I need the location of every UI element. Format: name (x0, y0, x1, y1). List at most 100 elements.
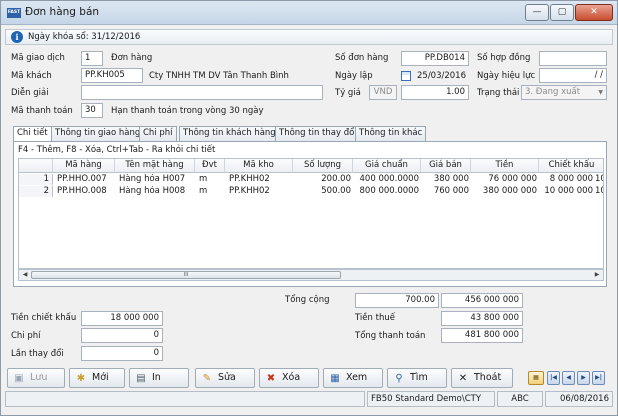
close-button[interactable]: ✕ (575, 4, 613, 21)
description-input[interactable] (81, 85, 323, 100)
previous-record-button[interactable]: ◀ (562, 371, 575, 385)
payment-term-desc: Hạn thanh toán trong vòng 30 ngày (111, 106, 264, 116)
total-quantity-value: 700.00 (355, 293, 439, 308)
table-cell[interactable]: 800 000.0000 (353, 186, 421, 197)
transaction-code-label: Mã giao dịch (11, 53, 65, 63)
row-number: 2 (19, 186, 53, 197)
status-bar: FB50 Standard Demo\CTY ABC 06/08/2016 (5, 391, 613, 408)
status-date: 06/08/2016 (545, 391, 613, 407)
save-button[interactable]: ▣ Lưu (7, 368, 65, 388)
description-label: Diễn giải (11, 88, 49, 98)
exchange-rate-input[interactable]: 1.00 (401, 85, 469, 100)
column-header-item-name[interactable]: Tên mặt hàng (115, 159, 195, 173)
new-button[interactable]: ✱ Mới (69, 368, 125, 388)
table-cell[interactable]: 10 000 000 (539, 186, 595, 197)
table-cell[interactable]: 380 000 (421, 174, 471, 185)
effective-date-label: Ngày hiệu lực (477, 71, 536, 81)
effective-date-input[interactable]: / / (539, 68, 607, 83)
table-cell[interactable]: 8 000 000 (539, 174, 595, 185)
table-cell[interactable]: 500.00 (293, 186, 353, 197)
tab-expenses[interactable]: Chi phí (139, 126, 177, 141)
column-header-warehouse[interactable]: Mã kho (225, 159, 293, 173)
table-cell[interactable]: 76 000 000 (471, 174, 539, 185)
exit-label: Thoát (474, 372, 502, 383)
table-cell[interactable]: Hàng hóa H008 (117, 186, 195, 197)
edit-label: Sửa (218, 372, 236, 383)
save-label: Lưu (30, 372, 48, 383)
table-cell[interactable]: PP.HHO.008 (55, 186, 115, 197)
scroll-right-icon[interactable]: ▶ (592, 271, 602, 279)
maximize-button[interactable]: ▢ (550, 4, 574, 21)
calendar-nav-icon[interactable]: ▦ (528, 371, 544, 385)
minimize-button[interactable]: — (525, 4, 549, 21)
discount-amount-label: Tiền chiết khấu (11, 313, 77, 323)
table-cell[interactable]: 380 000 000 (471, 186, 539, 197)
app-logo-icon: FAST (7, 8, 21, 18)
column-header-discount[interactable]: Chiết khấu (539, 159, 603, 173)
tab-customer-info[interactable]: Thông tin khách hàng (179, 126, 280, 141)
column-header-unit[interactable]: Đvt (195, 159, 225, 173)
payment-code-input[interactable]: 30 (81, 103, 103, 118)
view-button[interactable]: ▦ Xem (323, 368, 383, 388)
order-number-input[interactable]: PP.DB014 (401, 51, 469, 66)
grid-view-icon: ▦ (330, 373, 340, 384)
table-cell[interactable]: PP.KHH02 (227, 186, 293, 197)
lock-date-bar: i Ngày khóa sổ: 31/12/2016 (5, 29, 613, 45)
new-document-icon: ✱ (76, 373, 86, 384)
scroll-thumb[interactable]: III (31, 271, 341, 279)
customer-name: Cty TNHH TM DV Tân Thanh Bình (149, 71, 289, 81)
window-title: Đơn hàng bán (25, 6, 100, 18)
action-toolbar: ▣ Lưu ✱ Mới ▤ In ✎ Sửa ✖ Xóa ▦ Xem ⚲ Tìm… (5, 368, 613, 388)
first-record-button[interactable]: |◀ (547, 371, 560, 385)
total-amount-value: 456 000 000 (441, 293, 523, 308)
column-header-sale-price[interactable]: Giá bán (421, 159, 471, 173)
lock-date-text: Ngày khóa sổ: 31/12/2016 (28, 32, 141, 42)
search-button[interactable]: ⚲ Tìm (387, 368, 447, 388)
column-header-quantity[interactable]: Số lượng (293, 159, 353, 173)
transaction-code-input[interactable]: 1 (81, 51, 103, 66)
contract-number-input[interactable] (539, 51, 607, 66)
customer-code-label: Mã khách (11, 71, 52, 81)
chevron-down-icon: ▼ (598, 89, 603, 96)
order-window: FAST Đơn hàng bán — ▢ ✕ i Ngày khóa sổ: … (0, 0, 618, 416)
print-button[interactable]: ▤ In (129, 368, 189, 388)
exchange-rate-label: Tỷ giá (335, 88, 361, 98)
scroll-left-icon[interactable]: ◀ (20, 271, 30, 279)
tab-detail[interactable]: Chi tiết (13, 126, 52, 142)
table-cell[interactable]: PP.HHO.007 (55, 174, 115, 185)
customer-code-input[interactable]: PP.KH005 (81, 68, 143, 83)
row-number: 1 (19, 174, 53, 185)
status-language: ABC (497, 391, 543, 407)
table-cell[interactable]: PP.KHH02 (227, 174, 293, 185)
calendar-icon[interactable] (401, 71, 411, 81)
table-cell[interactable]: 760 000 (421, 186, 471, 197)
table-cell[interactable]: m (197, 186, 225, 197)
edit-button[interactable]: ✎ Sửa (195, 368, 255, 388)
column-header-amount[interactable]: Tiền (471, 159, 539, 173)
payment-total-value: 481 800 000 (441, 328, 523, 343)
tab-other-info[interactable]: Thông tin khác (355, 126, 427, 141)
status-select: 3. Đang xuất ▼ (521, 85, 607, 100)
tab-change-info[interactable]: Thông tin thay đổi (275, 126, 361, 141)
new-label: Mới (92, 372, 109, 383)
tab-delivery-info[interactable]: Thông tin giao hàng (51, 126, 145, 141)
binoculars-icon: ⚲ (395, 373, 403, 384)
table-cell[interactable]: 200.00 (293, 174, 353, 185)
table-cell[interactable]: Hàng hóa H007 (117, 174, 195, 185)
table-cell[interactable]: m (197, 174, 225, 185)
delete-button[interactable]: ✖ Xóa (259, 368, 319, 388)
print-label: In (152, 372, 161, 383)
table-cell[interactable]: 400 000.0000 (353, 174, 421, 185)
status-version: FB50 Standard Demo\CTY (367, 391, 495, 407)
column-header-item-code[interactable]: Mã hàng (53, 159, 115, 173)
last-record-button[interactable]: ▶| (592, 371, 605, 385)
column-header-standard-price[interactable]: Giá chuẩn (353, 159, 421, 173)
tax-amount-value: 43 800 000 (441, 311, 523, 326)
next-record-button[interactable]: ▶ (577, 371, 590, 385)
discount-amount-value: 18 000 000 (81, 311, 163, 326)
contract-number-label: Số hợp đồng (477, 53, 531, 63)
horizontal-scrollbar[interactable]: ◀ III ▶ (18, 269, 604, 281)
exit-button[interactable]: ✕ Thoát (451, 368, 513, 388)
created-date-label: Ngày lập (335, 71, 373, 81)
created-date-value[interactable]: 25/03/2016 (417, 71, 466, 81)
